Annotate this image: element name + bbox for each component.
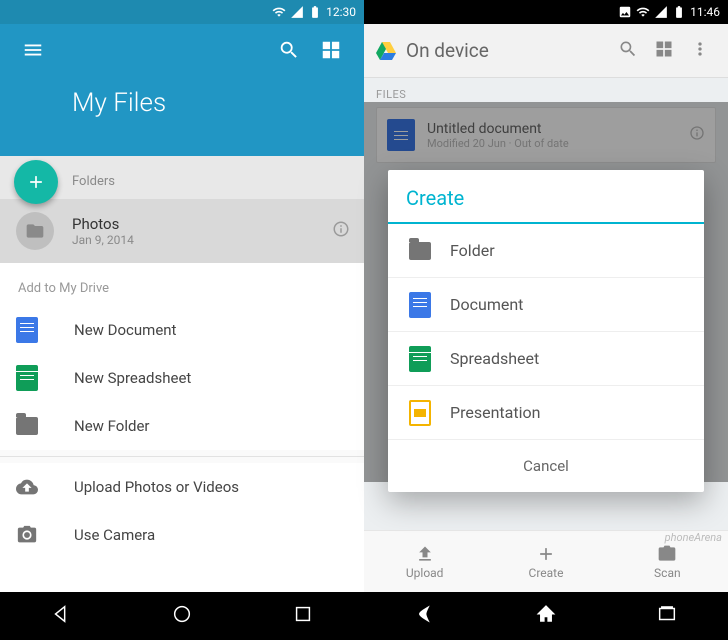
status-bar: 12:30 [0,0,364,24]
new-folder-item[interactable]: New Folder [0,402,364,450]
page-title: On device [406,39,610,62]
dialog-option-document[interactable]: Document [388,278,704,332]
sheet-icon [409,346,431,372]
grid-icon [320,39,342,61]
dialog-option-presentation[interactable]: Presentation [388,386,704,440]
drive-icon [374,39,398,63]
camera-icon [657,544,677,564]
plus-icon [26,172,46,192]
dialog-title: Create [388,170,704,222]
sheet-icon [16,365,38,391]
android-navbar [0,592,364,640]
folder-name: Photos [72,215,332,233]
watermark: phoneArena [665,531,722,544]
upload-icon [415,544,435,564]
battery-icon [672,5,686,19]
search-button[interactable] [268,29,310,75]
slides-icon [409,400,431,426]
status-bar: 11:46 [364,0,728,24]
hamburger-icon [22,39,44,61]
header: My Files [0,24,364,156]
view-grid-button[interactable] [310,29,352,75]
new-document-item[interactable]: New Document [0,306,364,354]
tab-upload[interactable]: Upload [364,531,485,592]
option-label: Presentation [450,403,540,422]
add-to-drive-label: Add to My Drive [0,263,364,306]
page-title: My Files [0,80,364,118]
new-spreadsheet-item[interactable]: New Spreadsheet [0,354,364,402]
tab-create[interactable]: Create [485,531,606,592]
files-section-label: FILES [376,88,716,101]
screenshot-icon [618,5,632,19]
nav-home-button[interactable] [171,603,193,629]
grid-icon [654,39,674,59]
use-camera-item[interactable]: Use Camera [0,511,364,559]
cloud-upload-icon [16,476,56,498]
battery-icon [308,5,322,19]
appbar [0,24,364,80]
tab-label: Create [529,566,564,580]
option-label: Spreadsheet [450,349,539,368]
left-content: My Files Folders Photos Jan 9, 2014 Add … [0,24,364,592]
view-grid-button[interactable] [646,31,682,71]
search-icon [618,39,638,59]
folder-info-button[interactable] [332,220,350,242]
search-button[interactable] [610,31,646,71]
nav-back-button[interactable] [414,603,436,629]
wifi-icon [272,5,286,19]
dialog-option-folder[interactable]: Folder [388,224,704,278]
fab-add-button[interactable] [14,160,58,204]
dialog-cancel-button[interactable]: Cancel [388,440,704,492]
plus-icon [536,544,556,564]
item-label: New Folder [74,417,149,435]
folder-date: Jan 9, 2014 [72,233,332,247]
nav-back-button[interactable] [50,603,72,629]
signal-icon [290,5,304,19]
signal-icon [654,5,668,19]
android-navbar [364,592,728,640]
appbar: On device [364,24,728,78]
folder-text: Photos Jan 9, 2014 [72,215,332,247]
overflow-button[interactable] [682,31,718,71]
folder-row-photos[interactable]: Photos Jan 9, 2014 [0,199,364,263]
nav-recent-button[interactable] [656,603,678,629]
doc-icon [409,292,431,318]
divider [0,456,364,457]
doc-icon [16,317,38,343]
option-label: Folder [450,241,495,260]
wifi-icon [636,5,650,19]
camera-icon [16,524,56,546]
right-content: On device FILES Untitled document Modifi… [364,24,728,592]
menu-button[interactable] [12,29,54,75]
tab-label: Scan [654,566,681,580]
tab-label: Upload [406,566,444,580]
create-dialog: Create Folder Document Spreadsheet Prese… [388,170,704,492]
phone-right: 11:46 On device FILES Untitled document … [364,0,728,640]
option-label: Document [450,295,523,314]
status-time: 11:46 [690,5,720,19]
item-label: New Spreadsheet [74,369,191,387]
more-vert-icon [690,39,710,59]
search-icon [278,39,300,61]
folder-icon [16,212,54,250]
nav-home-button[interactable] [535,603,557,629]
folder-icon [409,242,431,260]
item-label: New Document [74,321,176,339]
nav-recent-button[interactable] [292,603,314,629]
status-time: 12:30 [326,5,356,19]
item-label: Upload Photos or Videos [74,478,239,496]
item-label: Use Camera [74,526,155,544]
phone-left: 12:30 My Files Folders Photos Jan 9, 201… [0,0,364,640]
folder-mini-icon [16,417,38,435]
upload-photos-item[interactable]: Upload Photos or Videos [0,463,364,511]
dialog-option-spreadsheet[interactable]: Spreadsheet [388,332,704,386]
